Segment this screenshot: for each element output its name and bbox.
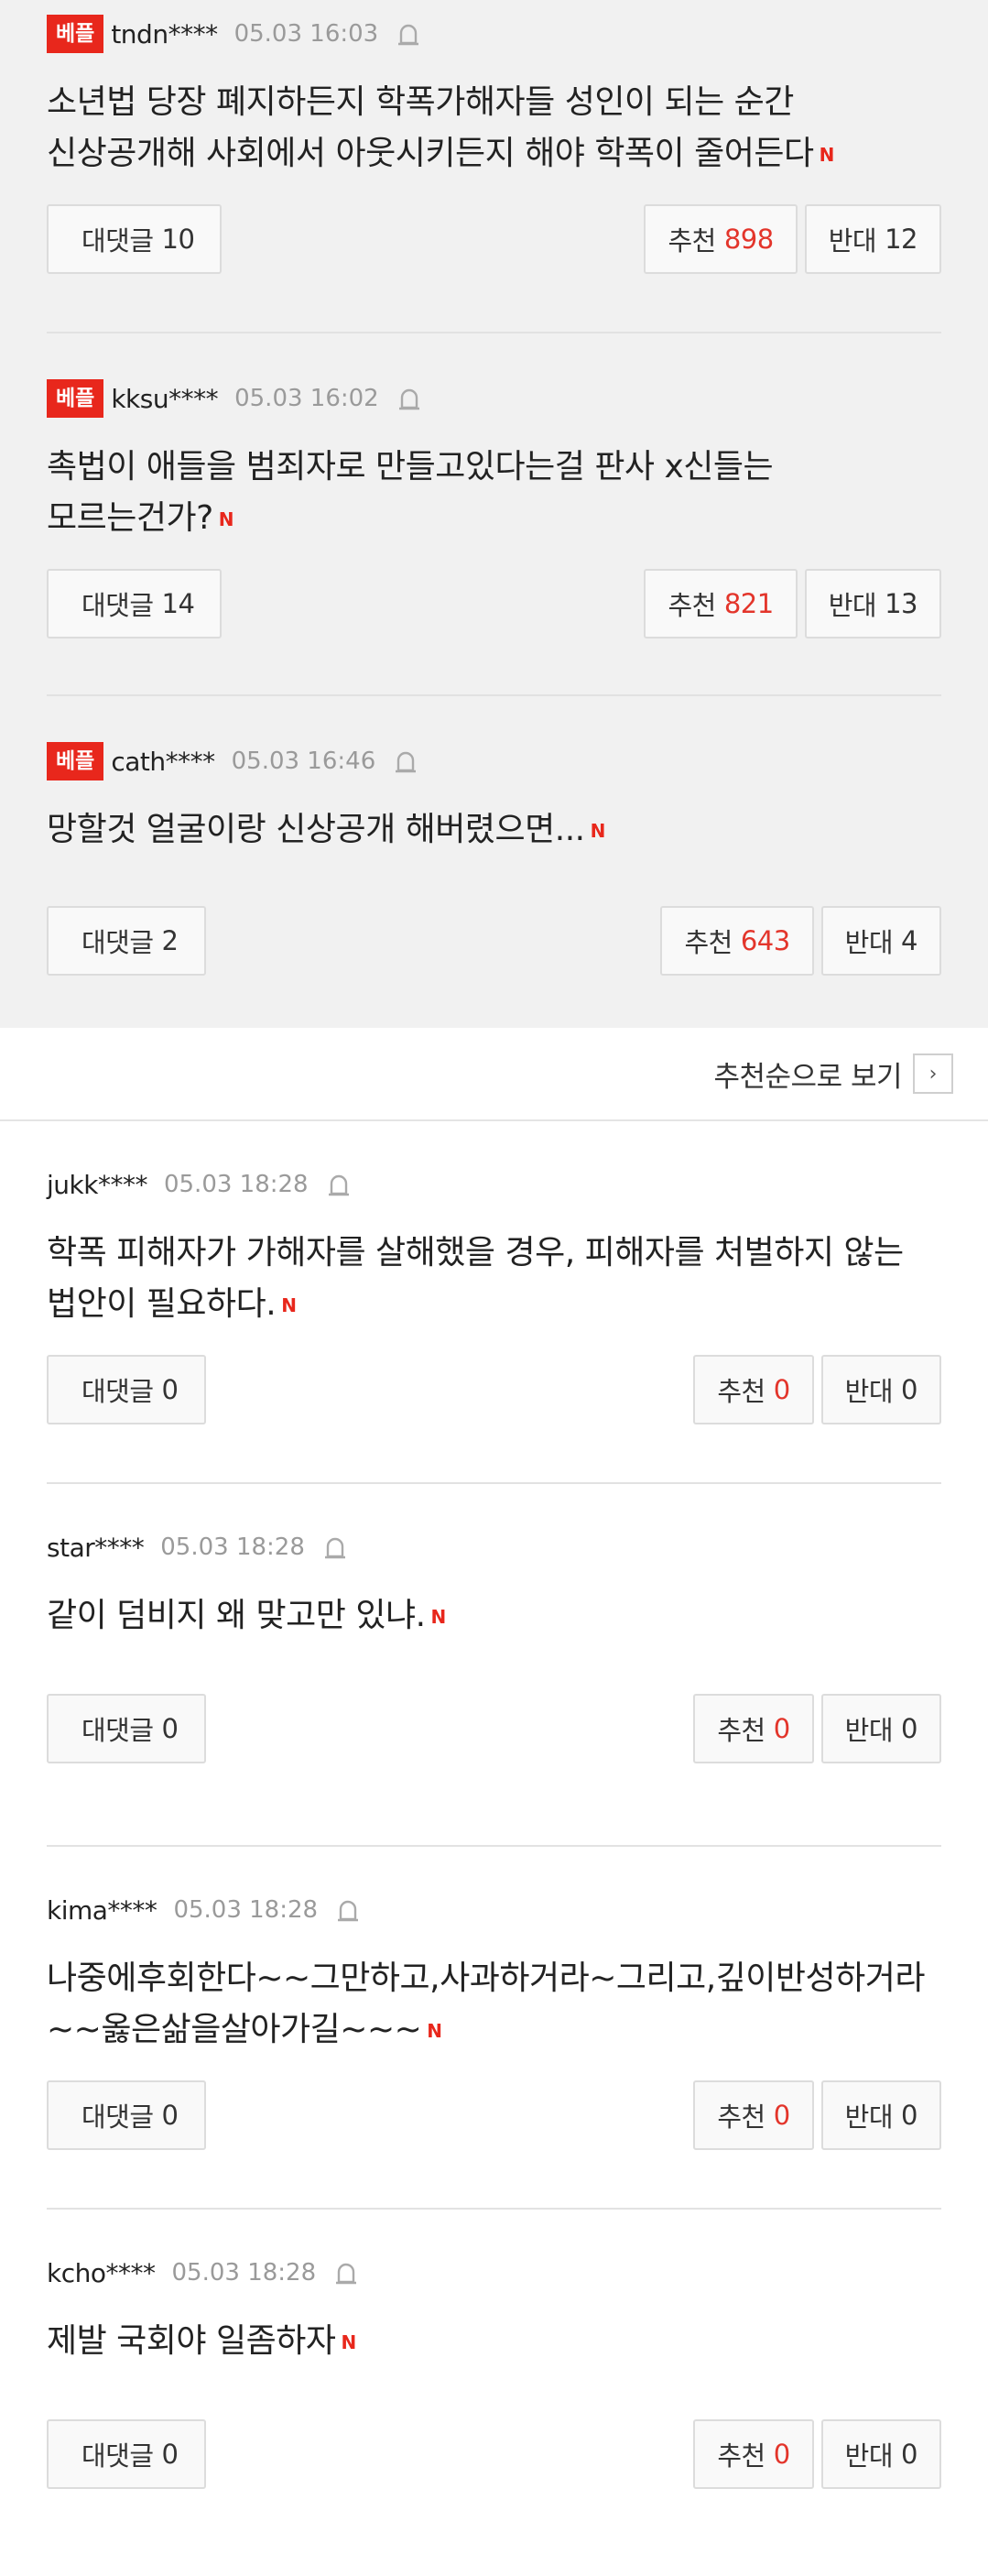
upvote-button[interactable]: 추천 0	[693, 1355, 814, 1424]
vote-group: 추천 0 반대 0	[693, 1355, 941, 1424]
best-badge: 베플	[47, 742, 104, 780]
vote-group: 추천 0 반대 0	[693, 2080, 941, 2150]
comment-text: 같이 덤비지 왜 맞고만 있냐. N	[47, 1590, 941, 1643]
comment-text: 소년법 당장 폐지하든지 학폭가해자들 성인이 되는 순간 신상공개해 사회에서…	[47, 77, 941, 180]
comment-text: 망할것 얼굴이랑 신상공개 해버렸으면... N	[47, 804, 941, 857]
new-mark-icon: N	[427, 2020, 442, 2042]
comment-list: jukk**** 05.03 18:28 학폭 피해자가 가해자를 살해했을 경…	[0, 1121, 988, 2576]
best-comment: 베플 kksu**** 05.03 16:02 촉법이 애들을 범죄자로 만들고…	[47, 333, 941, 696]
best-badge: 베플	[47, 379, 104, 418]
comment-actions: 대댓글 10 추천 898 반대 12	[47, 204, 941, 274]
vote-group: 추천 643 반대 4	[660, 906, 941, 976]
comment-actions: 대댓글 2 추천 643 반대 4	[47, 906, 941, 976]
new-mark-icon: N	[819, 144, 835, 166]
comment-time: 05.03 18:28	[173, 1896, 319, 1924]
comment-text: 촉법이 애들을 범죄자로 만들고있다는걸 판사 x신들는 모르는건가? N	[47, 442, 941, 545]
comment-username[interactable]: jukk****	[47, 1170, 147, 1200]
upvote-button[interactable]: 추천 898	[644, 204, 798, 274]
report-icon[interactable]	[336, 1897, 360, 1923]
comment-time: 05.03 16:02	[234, 385, 379, 412]
comment-username[interactable]: kima****	[47, 1895, 157, 1926]
downvote-button[interactable]: 반대 0	[820, 1694, 941, 1763]
upvote-button[interactable]: 추천 643	[660, 906, 814, 976]
new-mark-icon: N	[590, 820, 606, 842]
vote-group: 추천 0 반대 0	[693, 1694, 941, 1763]
comment-actions: 대댓글 0 추천 0 반대 0	[47, 2419, 941, 2489]
comment-actions: 대댓글 0 추천 0 반대 0	[47, 2080, 941, 2150]
reply-button[interactable]: 대댓글 0	[47, 2419, 206, 2489]
comment-username[interactable]: star****	[47, 1533, 145, 1563]
comment-item: star**** 05.03 18:28 같이 덤비지 왜 맞고만 있냐. N 대…	[47, 1484, 941, 1847]
downvote-button[interactable]: 반대 12	[804, 204, 941, 274]
comment-username[interactable]: tndn****	[111, 19, 218, 49]
comment-time: 05.03 18:28	[163, 1171, 309, 1198]
comment-meta: 베플 cath**** 05.03 16:46	[47, 742, 941, 780]
upvote-button[interactable]: 추천 821	[644, 569, 798, 639]
downvote-button[interactable]: 반대 0	[820, 2080, 941, 2150]
report-icon[interactable]	[394, 748, 418, 774]
new-mark-icon: N	[218, 508, 234, 530]
comment-actions: 대댓글 14 추천 821 반대 13	[47, 569, 941, 639]
upvote-button[interactable]: 추천 0	[693, 1694, 814, 1763]
best-comment: 베플 tndn**** 05.03 16:03 소년법 당장 폐지하든지 학폭가…	[47, 0, 941, 333]
report-icon[interactable]	[334, 2260, 358, 2286]
downvote-button[interactable]: 반대 0	[820, 2419, 941, 2489]
comment-item: kcho**** 05.03 18:28 제발 국회야 일좀하자 N 대댓글 0 추…	[47, 2210, 941, 2576]
best-badge: 베플	[47, 15, 104, 53]
downvote-button[interactable]: 반대 13	[804, 569, 941, 639]
report-icon[interactable]	[323, 1534, 347, 1560]
comment-time: 05.03 18:28	[171, 2259, 317, 2287]
new-mark-icon: N	[281, 1294, 297, 1316]
reply-button[interactable]: 대댓글 0	[47, 1694, 206, 1763]
comment-time: 05.03 18:28	[160, 1534, 305, 1561]
comment-text: 제발 국회야 일좀하자 N	[47, 2316, 941, 2368]
comment-text: 나중에후회한다~~그만하고,사과하거라~그리고,깊이반성하거라~~옳은삶을살아가…	[47, 1953, 941, 2057]
comment-text: 학폭 피해자가 가해자를 살해했을 경우, 피해자를 처벌하지 않는 법안이 필…	[47, 1228, 941, 1331]
comment-time: 05.03 16:03	[233, 20, 379, 48]
comment-meta: jukk**** 05.03 18:28	[47, 1165, 941, 1204]
downvote-button[interactable]: 반대 0	[820, 1355, 941, 1424]
comment-username[interactable]: kksu****	[111, 384, 218, 414]
report-icon[interactable]	[327, 1172, 351, 1197]
comment-meta: 베플 kksu**** 05.03 16:02	[47, 379, 941, 418]
comment-meta: kima**** 05.03 18:28	[47, 1891, 941, 1929]
comment-meta: kcho**** 05.03 18:28	[47, 2254, 941, 2292]
comment-actions: 대댓글 0 추천 0 반대 0	[47, 1355, 941, 1424]
reply-button[interactable]: 대댓글 14	[47, 569, 223, 639]
upvote-button[interactable]: 추천 0	[693, 2419, 814, 2489]
reply-button[interactable]: 대댓글 2	[47, 906, 206, 976]
downvote-button[interactable]: 반대 4	[820, 906, 941, 976]
comment-item: jukk**** 05.03 18:28 학폭 피해자가 가해자를 살해했을 경…	[47, 1121, 941, 1484]
reply-button[interactable]: 대댓글 10	[47, 204, 223, 274]
vote-group: 추천 898 반대 12	[644, 204, 941, 274]
sort-by-recommend-link[interactable]: 추천순으로 보기	[714, 1053, 903, 1095]
comment-meta: 베플 tndn**** 05.03 16:03	[47, 15, 941, 53]
comment-item: kima**** 05.03 18:28 나중에후회한다~~그만하고,사과하거라…	[47, 1847, 941, 2210]
sort-bar: 추천순으로 보기 ›	[0, 1028, 988, 1121]
comment-username[interactable]: cath****	[111, 747, 215, 777]
comment-meta: star**** 05.03 18:28	[47, 1528, 941, 1566]
vote-group: 추천 0 반대 0	[693, 2419, 941, 2489]
reply-button[interactable]: 대댓글 0	[47, 2080, 206, 2150]
best-comments-section: 베플 tndn**** 05.03 16:03 소년법 당장 폐지하든지 학폭가…	[0, 0, 988, 1028]
upvote-button[interactable]: 추천 0	[693, 2080, 814, 2150]
comment-time: 05.03 16:46	[231, 748, 376, 775]
report-icon[interactable]	[396, 21, 420, 47]
new-mark-icon: N	[341, 2331, 356, 2353]
report-icon[interactable]	[397, 386, 421, 411]
vote-group: 추천 821 반대 13	[644, 569, 941, 639]
comment-username[interactable]: kcho****	[47, 2258, 156, 2288]
chevron-right-icon[interactable]: ›	[913, 1053, 953, 1094]
best-comment: 베플 cath**** 05.03 16:46 망할것 얼굴이랑 신상공개 해버…	[47, 696, 941, 1028]
reply-button[interactable]: 대댓글 0	[47, 1355, 206, 1424]
comment-actions: 대댓글 0 추천 0 반대 0	[47, 1694, 941, 1763]
new-mark-icon: N	[430, 1606, 447, 1628]
